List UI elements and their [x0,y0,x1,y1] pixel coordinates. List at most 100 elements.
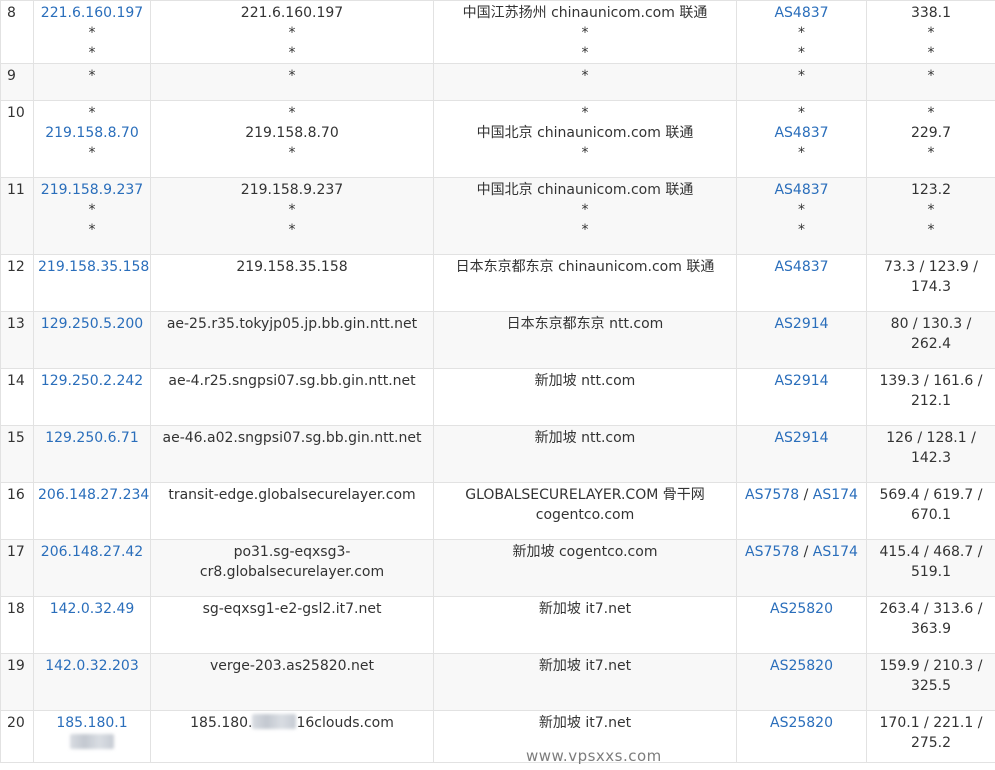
hostname: po31.sg-eqxsg3-cr8.globalsecurelayer.com [199,544,385,580]
ip-link[interactable]: 219.158.35.158 [38,257,149,277]
rtt-values: 263.4 / 313.6 / 363.9 [879,601,983,637]
no-reply-star: * [798,68,805,84]
hop-number: 10 [7,105,25,121]
ip-cell: 219.158.9.237 * * [33,177,151,255]
no-reply-star: * [798,222,805,238]
no-reply-star: * [88,25,96,41]
no-reply-star: * [927,68,935,84]
hostname-line: 185.180. 16clouds.com [155,713,429,733]
asn-link[interactable]: AS4837 [774,125,828,141]
ip-link[interactable]: 219.158.9.237 [38,180,146,200]
asn-link[interactable]: AS7578 [745,487,799,503]
no-reply-star: * [798,45,805,61]
asn-link[interactable]: AS174 [813,544,858,560]
no-reply-star: * [88,105,96,121]
hostname-cell: ae-4.r25.sngpsi07.sg.bb.gin.ntt.net [150,368,434,426]
no-reply-star: * [288,145,296,161]
hop-number: 16 [7,487,25,503]
asn-link[interactable]: AS4837 [774,182,828,198]
hostname-part: 16clouds.com [296,715,394,731]
asn-cell: * [736,63,867,101]
hop-number-cell: 18 [0,596,34,654]
no-reply-star: * [798,202,805,218]
asn-link[interactable]: AS2914 [774,316,828,332]
hop-row: 14 129.250.2.242 ae-4.r25.sngpsi07.sg.bb.g… [0,368,995,426]
no-reply-star: * [288,68,296,84]
hop-row: 17 206.148.27.42 po31.sg-eqxsg3-cr8.global… [0,539,995,597]
hop-row: 12 219.158.35.158 219.158.35.158 日本东京都东京 ch… [0,254,995,312]
location: GLOBALSECURELAYER.COM 骨干网 cogentco.com [465,487,705,523]
asn-cell: AS7578 / AS174 [736,482,867,540]
ip-link[interactable]: 221.6.160.197 [38,3,146,23]
asn-link[interactable]: AS4837 [774,5,828,21]
asn-link[interactable]: AS25820 [770,658,833,674]
location: 新加坡 it7.net [538,601,632,617]
rtt-values: 126 / 128.1 / 142.3 [886,430,976,466]
hostname-cell: 221.6.160.197 * * [150,0,434,64]
no-reply-star: * [88,202,96,218]
asn-link[interactable]: AS2914 [774,373,828,389]
asn-link[interactable]: AS2914 [774,430,828,446]
hop-number-cell: 9 [0,63,34,101]
hostname: ae-4.r25.sngpsi07.sg.bb.gin.ntt.net [168,373,416,389]
no-reply-star: * [288,105,296,121]
asn-separator: / [799,487,813,503]
no-reply-star: * [88,222,96,238]
hostname: 219.158.8.70 [245,125,339,141]
asn-cell: AS4837 * * [736,0,867,64]
asn-cell: AS25820 [736,596,867,654]
ip-link[interactable]: 129.250.6.71 [38,428,146,448]
hostname: transit-edge.globalsecurelayer.com [168,487,416,503]
ip-cell: 219.158.35.158 [33,254,151,312]
no-reply-star: * [288,222,296,238]
hostname-cell: sg-eqxsg1-e2-gsl2.it7.net [150,596,434,654]
location-cell: 日本东京都东京 chinaunicom.com 联通 [433,254,737,312]
no-reply-star: * [927,145,935,161]
hop-number: 9 [7,68,16,84]
asn-line: * [741,103,862,123]
ip-cell: 129.250.2.242 [33,368,151,426]
asn-line: AS2914 [741,314,862,334]
ip-link[interactable]: 129.250.5.200 [38,314,146,334]
no-reply-star: * [581,25,589,41]
asn-cell: AS25820 [736,710,867,763]
ip-cell: 206.148.27.42 [33,539,151,597]
location-cell: 日本东京都东京 ntt.com [433,311,737,369]
no-reply-star: * [927,45,935,61]
asn-link[interactable]: AS4837 [774,259,828,275]
hop-number-cell: 17 [0,539,34,597]
no-reply-star: * [581,222,589,238]
rtt-cell: 73.3 / 123.9 / 174.3 [866,254,995,312]
hop-row: 13 129.250.5.200 ae-25.r35.tokyjp05.jp.bb.… [0,311,995,369]
hop-row: 19 142.0.32.203 verge-203.as25820.net 新加坡 i… [0,653,995,711]
no-reply-star: * [581,105,589,121]
hop-number: 14 [7,373,25,389]
ip-link[interactable]: 206.148.27.234 [38,485,149,505]
ip-link[interactable]: 142.0.32.49 [38,599,146,619]
location: 新加坡 it7.net [538,715,632,731]
hostname: ae-25.r35.tokyjp05.jp.bb.gin.ntt.net [166,316,418,332]
rtt-cell: 263.4 / 313.6 / 363.9 [866,596,995,654]
hostname-cell: 219.158.9.237 * * [150,177,434,255]
ip-link[interactable]: 219.158.8.70 [38,123,146,143]
asn-link[interactable]: AS25820 [770,601,833,617]
asn-link[interactable]: AS174 [813,487,858,503]
hostname: 221.6.160.197 [240,5,344,21]
location-cell: 新加坡 ntt.com [433,425,737,483]
asn-cell: AS2914 [736,311,867,369]
hostname: ae-46.a02.sngpsi07.sg.bb.gin.ntt.net [162,430,422,446]
hop-number-cell: 10 [0,100,34,178]
no-reply-star: * [288,45,296,61]
hop-row: 9 * * * * * [0,63,995,101]
ip-link[interactable]: 206.148.27.42 [38,542,146,562]
ip-link[interactable]: 185.180.1 [38,713,146,733]
rtt-values: 159.9 / 210.3 / 325.5 [879,658,983,694]
hop-number: 20 [7,715,25,731]
ip-link[interactable]: 129.250.2.242 [38,371,146,391]
ip-link[interactable]: 142.0.32.203 [38,656,146,676]
asn-line: AS2914 [741,371,862,391]
ip-cell: 185.180.1 [33,710,151,763]
asn-link[interactable]: AS25820 [770,715,833,731]
asn-line: * [741,23,862,43]
asn-link[interactable]: AS7578 [745,544,799,560]
